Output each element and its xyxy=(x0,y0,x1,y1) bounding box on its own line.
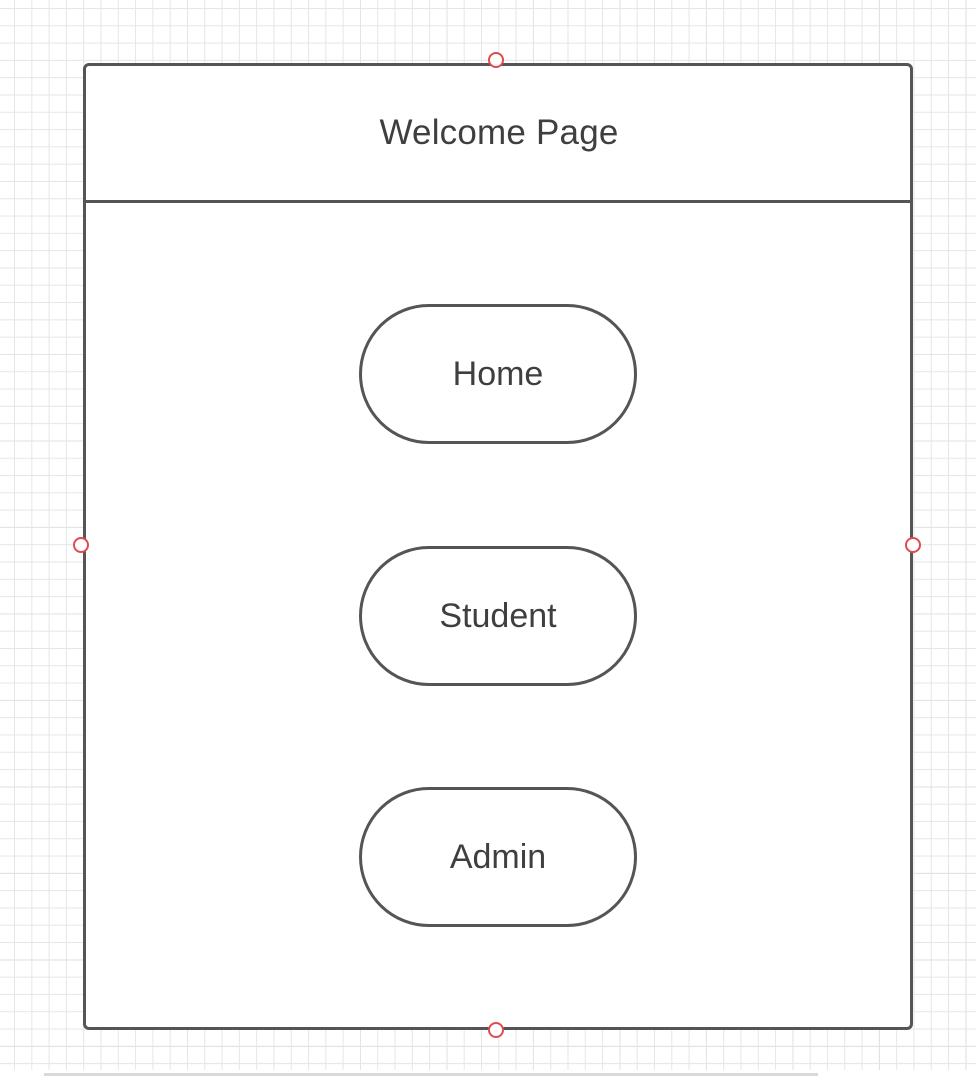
connection-handle-left[interactable] xyxy=(73,537,89,553)
frame-header: Welcome Page xyxy=(86,66,910,203)
connection-handle-bottom[interactable] xyxy=(488,1022,504,1038)
page-title: Welcome Page xyxy=(379,113,619,152)
home-button-label: Home xyxy=(452,354,544,393)
connection-handle-right[interactable] xyxy=(905,537,921,553)
student-button[interactable]: Student xyxy=(359,546,637,686)
student-button-label: Student xyxy=(439,596,557,635)
admin-button-label: Admin xyxy=(449,837,547,876)
admin-button[interactable]: Admin xyxy=(359,787,637,927)
home-button[interactable]: Home xyxy=(359,304,637,444)
canvas-bottom-strip xyxy=(0,1070,976,1076)
connection-handle-top[interactable] xyxy=(488,52,504,68)
